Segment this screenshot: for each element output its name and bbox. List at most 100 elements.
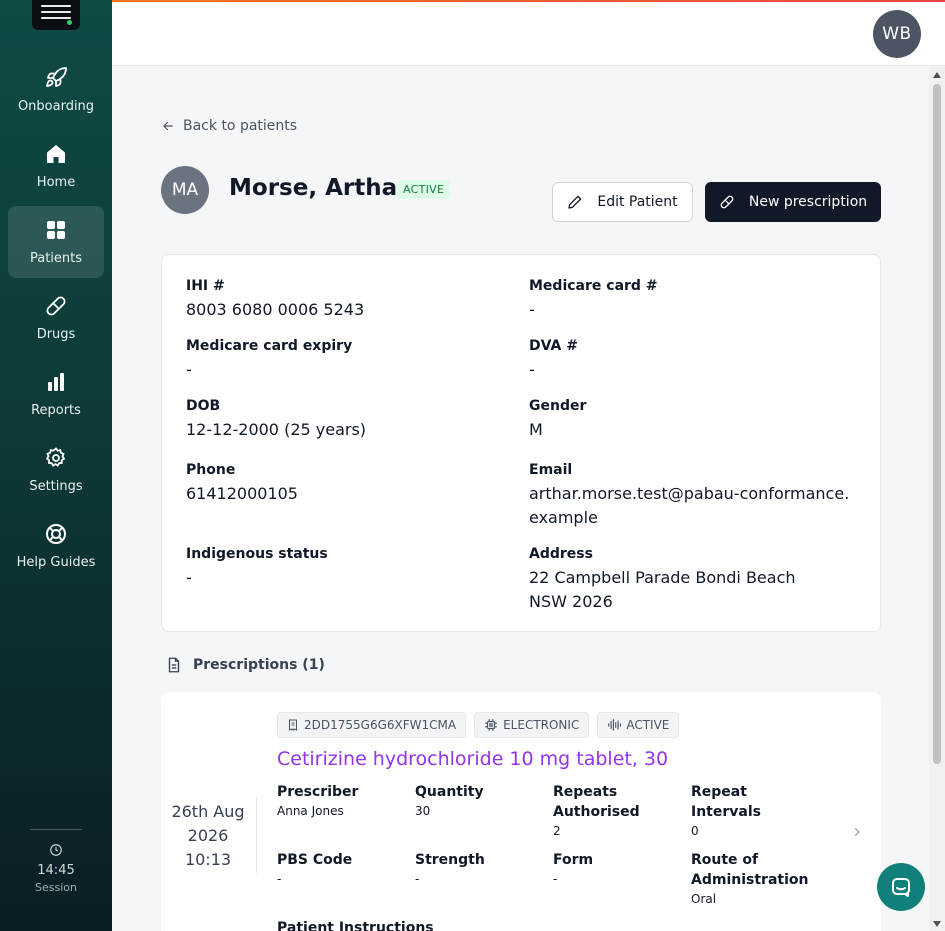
sidebar-item-onboarding[interactable]: Onboarding [8,54,104,126]
field-value: Anna Jones [277,804,344,818]
field-value: Oral [691,892,717,906]
date-time: 10:13 [184,850,232,869]
dob-field: DOB 12-12-2000 (25 years) [186,397,516,442]
menu-logo-icon[interactable] [32,0,80,30]
field-label: PBS Code [277,852,353,868]
prescriptions-heading-label: Prescriptions (1) [193,657,325,673]
field-value: - [277,872,282,886]
field-value: - [186,568,192,587]
field-label: Email [529,462,573,478]
new-prescription-button[interactable]: New prescription [705,182,881,222]
tag-label: ELECTRONIC [503,718,580,732]
sidebar: Onboarding Home Patients Drugs Reports S… [0,0,112,931]
sidebar-item-reports[interactable]: Reports [8,358,104,430]
sidebar-item-label: Settings [29,479,83,494]
field-label: DOB [186,398,221,414]
field-value: 30 [415,804,431,818]
bar-chart-icon [48,373,64,391]
email-field: Email arthar.morse.test@pabau-conformanc… [529,461,859,530]
edit-patient-button[interactable]: Edit Patient [552,182,693,222]
top-bar: WB [112,0,945,66]
field-label: Address [529,546,593,562]
sidebar-item-label: Reports [31,403,81,418]
sidebar-item-label: Help Guides [16,555,96,570]
page-title: Morse, Arthar [229,175,409,201]
prescription-date: 26th Aug 2026 10:13 [161,800,255,872]
field-value: - [553,872,558,886]
chip-icon [485,719,497,731]
scroll-up-arrow-icon[interactable] [933,72,941,78]
field-label: Repeat Intervals [691,784,761,820]
pbs-code-field: PBS Code - [277,850,407,888]
sidebar-item-patients[interactable]: Patients [8,206,104,278]
sidebar-item-label: Onboarding [17,99,95,114]
field-value: arthar.morse.test@pabau-conformance.exam… [529,484,850,527]
user-avatar[interactable]: WB [873,10,921,58]
sidebar-item-home[interactable]: Home [8,130,104,202]
patient-instructions-field: Patient Instructions [277,918,477,931]
field-value: - [529,360,535,379]
scroll-thumb[interactable] [933,84,941,764]
repeat-intervals-field: Repeat Intervals 0 [691,782,821,840]
field-value: - [186,360,192,379]
field-value: 8003 6080 0006 5243 [186,300,365,319]
prescription-card[interactable]: 26th Aug 2026 10:13 2DD1755G6G6XFW1CMA E… [161,692,881,931]
status-badge: ACTIVE [397,180,451,199]
tag-label: 2DD1755G6G6XFW1CMA [304,718,457,732]
field-label: DVA # [529,338,578,354]
divider [256,797,257,873]
field-label: Phone [186,462,236,478]
field-label: Gender [529,398,587,414]
dva-field: DVA # - [529,337,859,382]
field-label: Medicare card expiry [186,338,353,354]
grid-icon [47,221,65,239]
date-year: 2026 [187,826,229,845]
field-value: 61412000105 [186,484,298,503]
sidebar-item-help-guides[interactable]: Help Guides [8,510,104,582]
prescription-tags: 2DD1755G6G6XFW1CMA ELECTRONIC ACTIVE [277,712,680,738]
sidebar-item-label: Home [36,175,76,190]
field-label: Form [553,852,594,868]
medicare-field: Medicare card # - [529,277,859,322]
sidebar-item-settings[interactable]: Settings [8,434,104,506]
prescriptions-heading: Prescriptions (1) [165,655,325,675]
field-label: Repeats Authorised [553,784,640,820]
field-label: Patient Instructions [277,920,434,931]
form-field: Form - [553,850,683,888]
scroll-down-arrow-icon[interactable] [933,921,941,927]
field-value: 22 Campbell Parade Bondi Beach NSW 2026 [529,568,796,611]
strength-field: Strength - [415,850,545,888]
audio-wave-icon [608,719,622,731]
field-label: Prescriber [277,784,359,800]
repeats-authorised-field: Repeats Authorised 2 [553,782,653,840]
sidebar-item-label: Drugs [36,327,76,342]
document-icon [168,657,180,673]
home-icon [47,145,65,163]
chat-launcher-button[interactable] [877,863,925,911]
arrow-left-icon [163,121,173,131]
pill-icon [720,195,734,209]
address-field: Address 22 Campbell Parade Bondi Beach N… [529,545,829,614]
back-to-patients-link[interactable]: Back to patients [161,118,297,134]
gender-field: Gender M [529,397,859,442]
session-label: Session [35,881,77,894]
lifebuoy-icon [46,524,66,544]
field-label: Indigenous status [186,546,328,562]
field-label: IHI # [186,278,225,294]
date-day: 26th Aug [171,802,245,821]
field-label: Quantity [415,784,484,800]
rocket-icon [46,67,67,87]
patient-avatar: MA [161,166,209,214]
sidebar-item-drugs[interactable]: Drugs [8,282,104,354]
scrollbar[interactable] [929,66,945,931]
tag-label: ACTIVE [626,718,670,732]
ihi-field: IHI # 8003 6080 0006 5243 [186,277,516,322]
session-time: 14:45 [37,863,75,878]
prescription-type-tag: ELECTRONIC [474,712,590,738]
new-prescription-label: New prescription [748,194,868,210]
medicare-expiry-field: Medicare card expiry - [186,337,516,382]
prescription-title-link[interactable]: Cetirizine hydrochloride 10 mg tablet, 3… [277,748,668,770]
pencil-icon [568,195,582,209]
prescription-id-tag: 2DD1755G6G6XFW1CMA [277,712,467,738]
chevron-right-icon[interactable] [851,826,863,838]
